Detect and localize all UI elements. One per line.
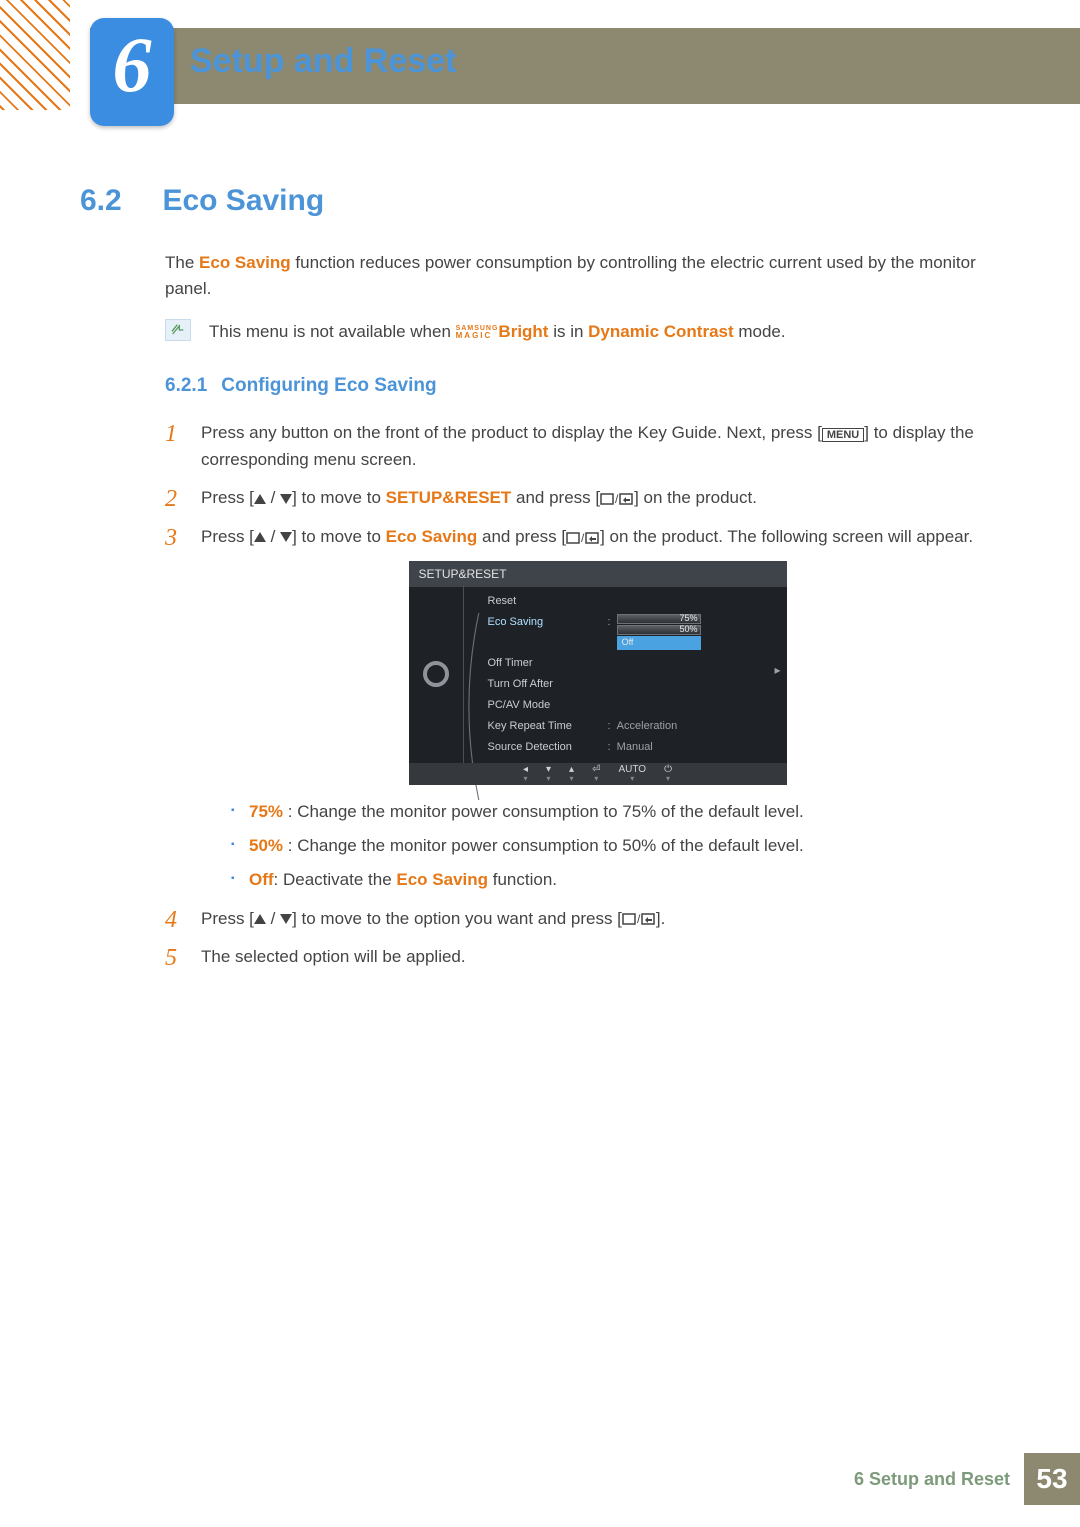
osd-title: SETUP&RESET: [409, 561, 787, 588]
svg-text:/: /: [615, 492, 619, 506]
osd-item-turn-off-after: Turn Off After: [464, 674, 787, 695]
osd-item-source-detection: Source Detection: Manual: [464, 737, 787, 758]
osd-nav-bar: ◂ ▾ ▴ ⏎ AUTO ⏻: [409, 763, 787, 785]
osd-item-pcav-mode: PC/AV Mode: [464, 695, 787, 716]
subsection-heading: 6.2.1Configuring Eco Saving: [165, 371, 994, 400]
option-off: Off: Deactivate the Eco Saving function.: [231, 867, 994, 893]
intro-paragraph: The Eco Saving function reduces power co…: [165, 250, 994, 303]
step-4: Press [ / ] to move to the option you wa…: [165, 906, 994, 933]
osd-item-off-timer: Off Timer: [464, 653, 787, 674]
down-arrow-icon: [280, 494, 292, 504]
step-3: Press [ / ] to move to Eco Saving and pr…: [165, 524, 994, 894]
down-arrow-icon: [280, 914, 292, 924]
osd-item-key-repeat: Key Repeat Time: Acceleration: [464, 716, 787, 737]
section-number: 6.2: [80, 184, 158, 218]
up-arrow-icon: [254, 532, 266, 542]
osd-nav-left: ◂: [523, 765, 528, 783]
chapter-number: 6: [98, 20, 166, 110]
osd-nav-auto: AUTO: [618, 765, 646, 783]
eco-saving-term: Eco Saving: [199, 253, 291, 272]
osd-item-reset: Reset: [464, 591, 787, 612]
footer-chapter: 6 Setup and Reset: [854, 1469, 1010, 1490]
down-arrow-icon: [280, 532, 292, 542]
up-arrow-icon: [254, 494, 266, 504]
option-50: 50% : Change the monitor power consumpti…: [231, 833, 994, 859]
samsung-magic-bright-label: SAMSUNGMAGIC: [456, 325, 499, 340]
osd-nav-up: ▴: [569, 765, 574, 783]
enter-icon: /: [600, 486, 634, 512]
gear-icon: [423, 661, 449, 687]
osd-item-eco-saving: Eco Saving: 75% 50% Off: [464, 612, 787, 653]
enter-icon: /: [622, 906, 656, 932]
svg-text:/: /: [581, 531, 585, 545]
enter-icon: /: [566, 524, 600, 550]
step-2: Press [ / ] to move to SETUP&RESET and p…: [165, 485, 994, 512]
up-arrow-icon: [254, 914, 266, 924]
chapter-title: Setup and Reset: [190, 42, 456, 81]
menu-button-label: MENU: [822, 428, 864, 442]
osd-right-arrow-icon: ▸: [774, 661, 780, 680]
option-75: 75% : Change the monitor power consumpti…: [231, 799, 994, 825]
page-number: 53: [1024, 1453, 1080, 1505]
osd-nav-enter: ⏎: [592, 765, 600, 783]
step-5: The selected option will be applied.: [165, 944, 994, 970]
osd-nav-down: ▾: [546, 765, 551, 783]
svg-text:/: /: [637, 912, 641, 926]
step-1: Press any button on the front of the pro…: [165, 420, 994, 473]
note-icon: [165, 319, 191, 341]
eco-option-selected: Off: [617, 636, 701, 650]
note-text: This menu is not available when SAMSUNGM…: [209, 319, 786, 345]
eco-saving-options: 75% 50% Off: [617, 614, 701, 651]
osd-screenshot: SETUP&RESET Reset Eco Saving: 75% 50%: [409, 561, 787, 785]
section-title: Eco Saving: [162, 184, 324, 218]
osd-nav-power: ⏻: [664, 765, 672, 783]
corner-stripes: [0, 0, 70, 110]
